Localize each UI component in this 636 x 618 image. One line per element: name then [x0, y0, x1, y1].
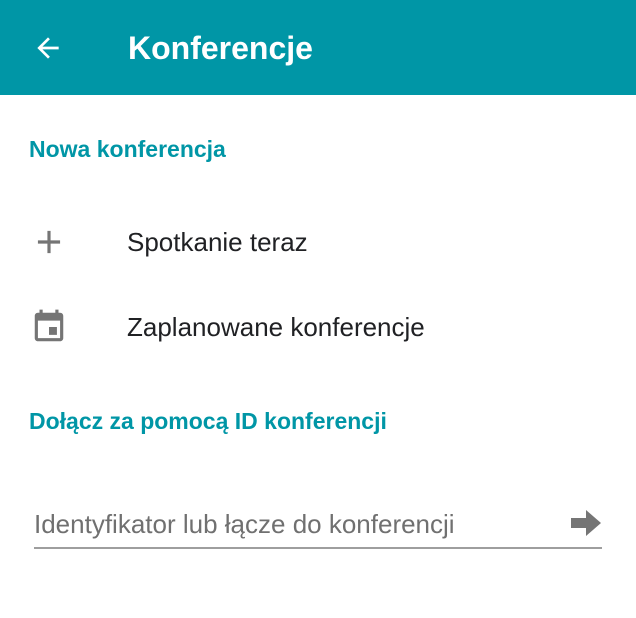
conference-id-field — [34, 500, 602, 552]
scheduled-conferences-label: Zaplanowane konferencje — [127, 312, 425, 342]
page-title: Konferencje — [128, 30, 313, 66]
app-bar: Konferencje — [0, 0, 636, 95]
start-meeting-now-item[interactable]: Spotkanie teraz — [0, 200, 636, 284]
start-meeting-now-label: Spotkanie teraz — [127, 227, 308, 257]
conference-id-input[interactable] — [34, 500, 554, 548]
scheduled-conferences-item[interactable]: Zaplanowane konferencje — [0, 285, 636, 369]
arrow-forward-icon — [571, 510, 601, 536]
calendar-icon — [34, 309, 64, 342]
plus-icon — [37, 230, 61, 254]
back-button[interactable] — [22, 22, 74, 74]
arrow-back-icon — [37, 37, 59, 59]
section-header-join-by-id: Dołącz za pomocą ID konferencji — [29, 408, 387, 434]
join-submit-button[interactable] — [570, 508, 602, 538]
input-underline — [34, 547, 602, 549]
section-header-new-conference: Nowa konferencja — [29, 136, 226, 162]
conferences-screen: Konferencje Nowa konferencja Spotkanie t… — [0, 0, 636, 618]
